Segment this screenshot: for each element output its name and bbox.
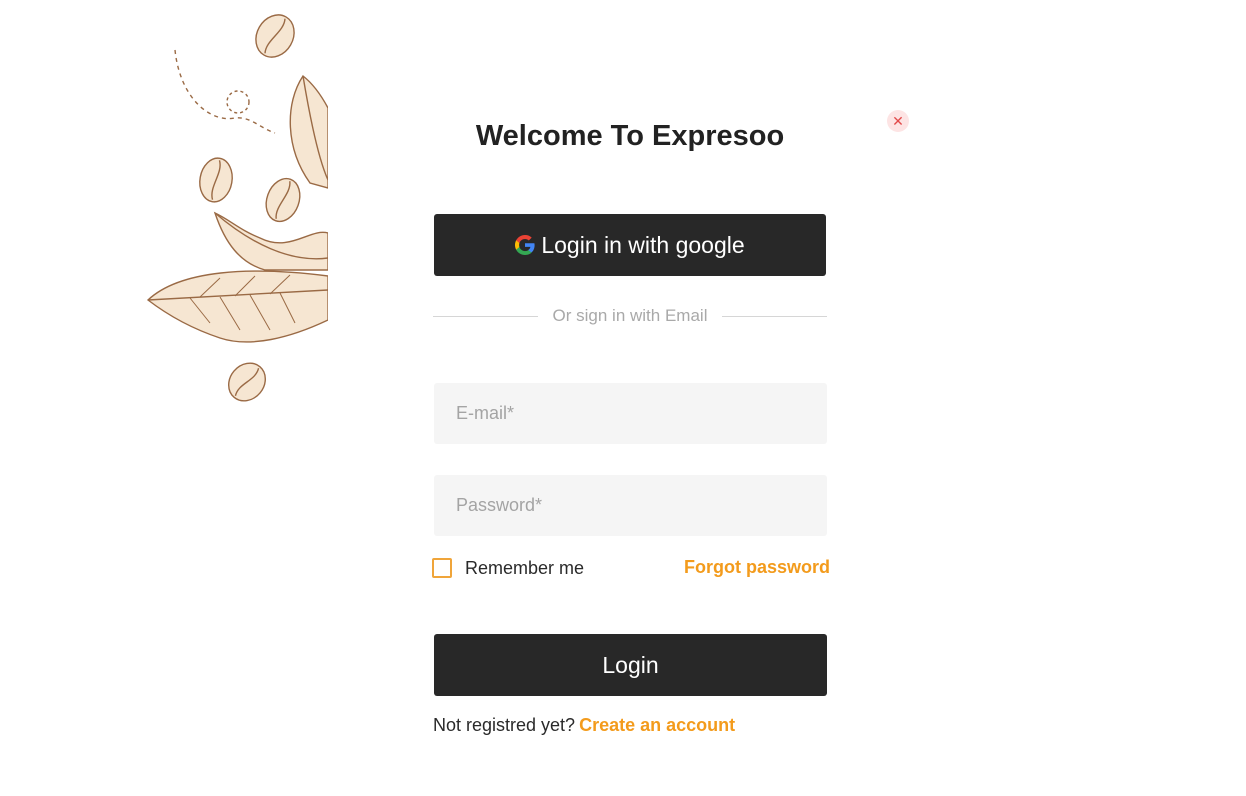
email-field[interactable] bbox=[434, 383, 827, 444]
remember-me-toggle[interactable]: Remember me bbox=[432, 556, 584, 580]
coffee-bean bbox=[228, 362, 266, 402]
coffee-bean bbox=[255, 14, 295, 58]
divider-line bbox=[722, 315, 827, 317]
login-button[interactable]: Login bbox=[434, 634, 827, 696]
remember-me-label: Remember me bbox=[465, 557, 585, 578]
coffee-leaves-illustration bbox=[146, 14, 328, 402]
google-login-button[interactable]: Login in with google bbox=[434, 214, 826, 276]
coffee-bean bbox=[265, 177, 301, 223]
create-account-link[interactable]: Create an account bbox=[579, 715, 735, 735]
register-prompt: Not registred yet? Create an account bbox=[433, 715, 735, 736]
email-divider: Or sign in with Email bbox=[433, 304, 827, 328]
page-title: Welcome To Expresoo bbox=[475, 120, 785, 152]
register-text: Not registred yet? bbox=[433, 715, 576, 735]
google-login-label: Login in with google bbox=[541, 231, 745, 258]
close-button[interactable]: ✕ bbox=[887, 110, 909, 132]
remember-me-checkbox[interactable] bbox=[432, 558, 452, 578]
divider-line bbox=[433, 315, 538, 317]
password-field[interactable] bbox=[434, 475, 827, 536]
google-icon bbox=[515, 235, 535, 255]
close-icon: ✕ bbox=[892, 113, 904, 129]
forgot-password-link[interactable]: Forgot password bbox=[684, 557, 830, 578]
coffee-bean bbox=[199, 157, 233, 203]
divider-text: Or sign in with Email bbox=[552, 306, 708, 325]
